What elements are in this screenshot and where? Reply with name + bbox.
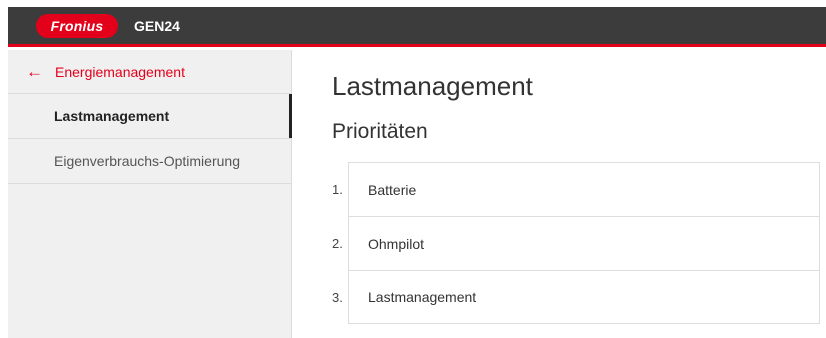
top-bar: Fronius GEN24 bbox=[8, 7, 826, 47]
back-link-energiemanagement[interactable]: ← Energiemanagement bbox=[8, 50, 291, 94]
fronius-logo[interactable]: Fronius bbox=[36, 13, 118, 38]
priority-number: 2. bbox=[332, 235, 343, 251]
sidebar-item-label: Eigenverbrauchs-Optimierung bbox=[54, 153, 240, 169]
priority-number: 1. bbox=[332, 181, 343, 197]
product-name: GEN24 bbox=[134, 17, 180, 34]
arrow-left-icon: ← bbox=[26, 62, 43, 81]
priority-number: 3. bbox=[332, 289, 343, 305]
priority-row: 2. Ohmpilot bbox=[332, 216, 826, 270]
section-title: Prioritäten bbox=[332, 120, 428, 143]
priority-item-lastmanagement[interactable]: Lastmanagement bbox=[348, 270, 820, 324]
priority-row: 1. Batterie bbox=[332, 162, 826, 216]
main-content: Lastmanagement Prioritäten 1. Batterie 2… bbox=[332, 50, 826, 324]
priority-label: Batterie bbox=[368, 181, 417, 198]
sidebar-item-label: Lastmanagement bbox=[54, 108, 170, 124]
priority-item-ohmpilot[interactable]: Ohmpilot bbox=[348, 216, 820, 270]
priority-label: Ohmpilot bbox=[368, 235, 425, 252]
sidebar: ← Energiemanagement Lastmanagement Eigen… bbox=[8, 50, 292, 338]
priority-row: 3. Lastmanagement bbox=[332, 270, 826, 324]
sidebar-item-eigenverbrauchs-optimierung[interactable]: Eigenverbrauchs-Optimierung bbox=[8, 139, 291, 184]
sidebar-item-lastmanagement[interactable]: Lastmanagement bbox=[8, 94, 292, 139]
priority-item-batterie[interactable]: Batterie bbox=[348, 162, 820, 216]
page-title: Lastmanagement bbox=[332, 71, 533, 101]
back-link-label: Energiemanagement bbox=[55, 63, 185, 80]
priority-label: Lastmanagement bbox=[368, 289, 477, 305]
priority-list: 1. Batterie 2. Ohmpilot 3. Lastmanagemen… bbox=[332, 162, 826, 324]
